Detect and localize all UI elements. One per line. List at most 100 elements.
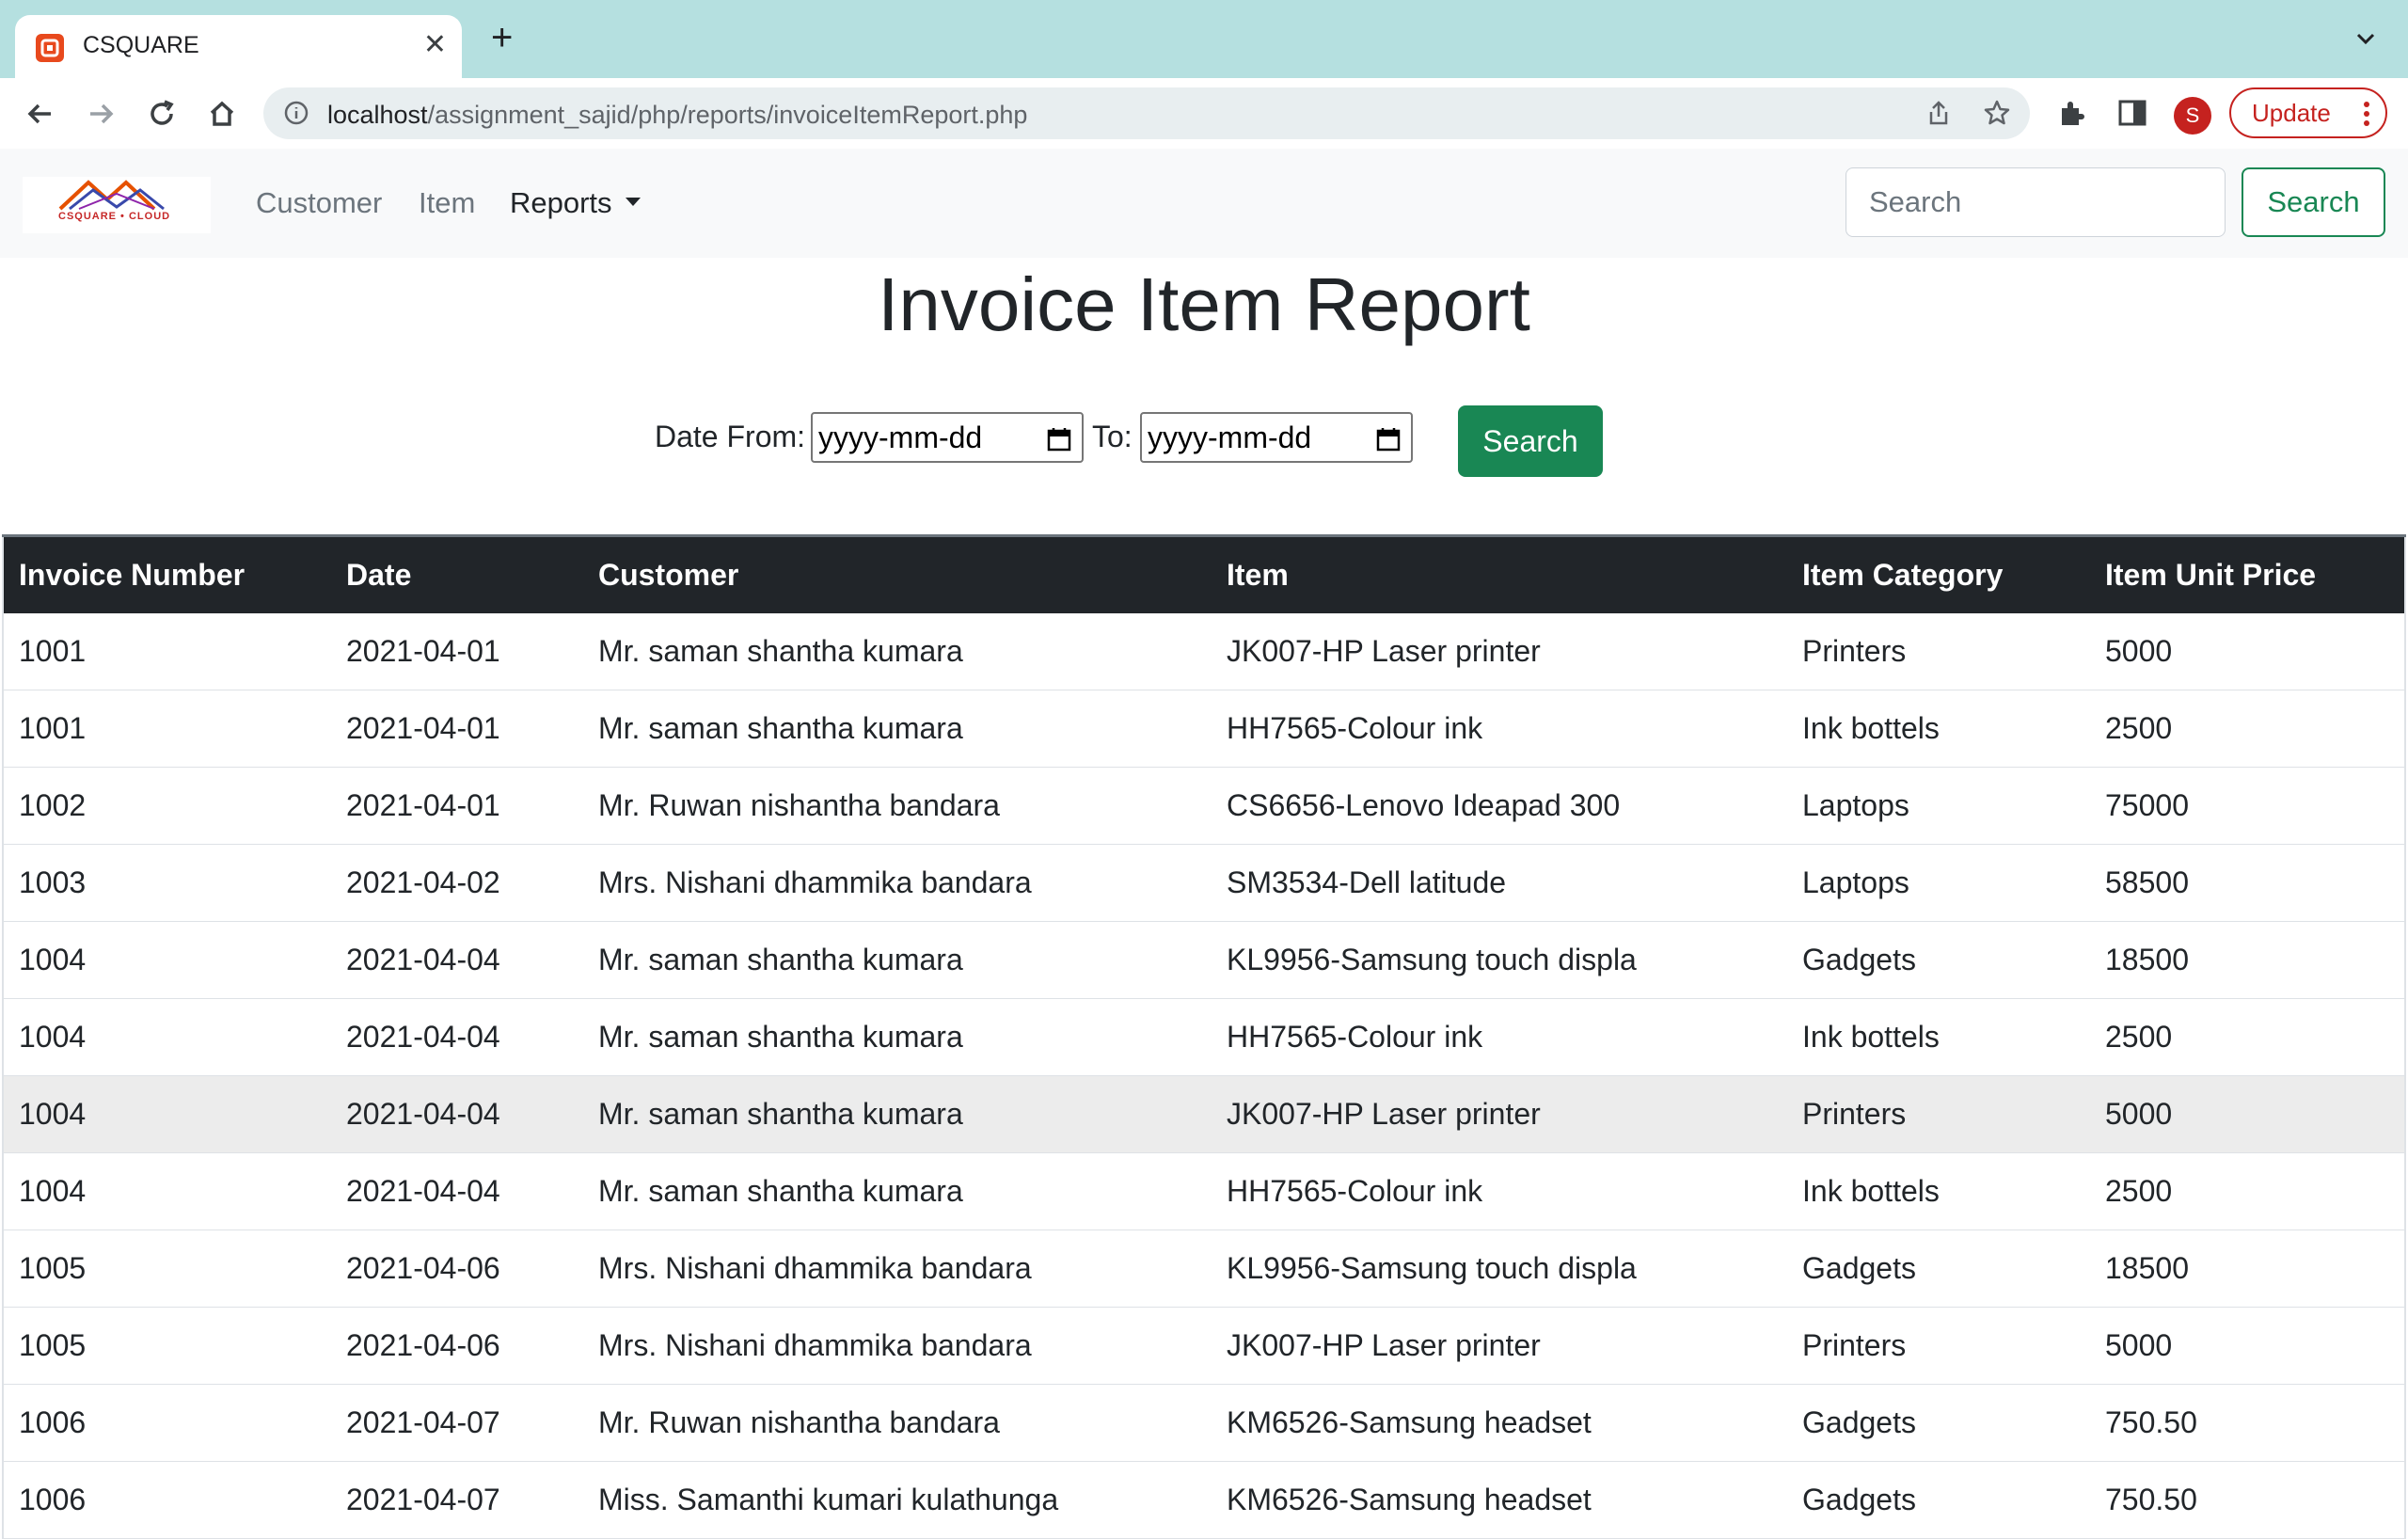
table-row[interactable]: 1006 2021-04-07 Mr. Ruwan nishantha bandar… (3, 1384, 2405, 1462)
cell-item: CS6656-Lenovo Ideapad 300 (1212, 767, 1787, 845)
cell-customer: Mr. saman shantha kumara (583, 1075, 1212, 1153)
cell-customer: Mr. saman shantha kumara (583, 612, 1212, 690)
cell-item: HH7565-Colour ink (1212, 998, 1787, 1076)
cell-item-category: Printers (1787, 1307, 2090, 1385)
nav-reports-label: Reports (510, 186, 612, 219)
cell-customer: Mr. Ruwan nishantha bandara (583, 1384, 1212, 1462)
nav-dropdown-reports[interactable]: Reports (510, 186, 641, 220)
cell-date: 2021-04-02 (331, 844, 583, 922)
side-panel-icon[interactable] (2116, 97, 2148, 134)
tab-title: CSQUARE (83, 32, 199, 58)
update-button[interactable]: Update (2229, 87, 2387, 138)
cell-invoice-number: 1004 (3, 921, 331, 999)
share-icon[interactable] (1925, 99, 1953, 132)
cell-customer: Mr. saman shantha kumara (583, 1152, 1212, 1230)
cell-item: HH7565-Colour ink (1212, 690, 1787, 768)
more-menu-icon[interactable] (2363, 101, 2370, 134)
table-row[interactable]: 1004 2021-04-04 Mr. saman shantha kumara HH… (3, 998, 2405, 1076)
url-text: localhost/assignment_sajid/php/reports/i… (327, 101, 1027, 130)
cell-item-category: Laptops (1787, 844, 2090, 922)
cell-invoice-number: 1005 (3, 1307, 331, 1385)
cell-date: 2021-04-01 (331, 612, 583, 690)
forward-arrow-icon[interactable] (83, 95, 120, 133)
cell-customer: Mr. Ruwan nishantha bandara (583, 767, 1212, 845)
table-row[interactable]: 1005 2021-04-06 Mrs. Nishani dhammika band… (3, 1307, 2405, 1385)
update-label: Update (2252, 98, 2331, 127)
cell-item: KM6526-Samsung headset (1212, 1384, 1787, 1462)
table-row[interactable]: 1006 2021-04-07 Miss. Samanthi kumari kula… (3, 1461, 2405, 1539)
cell-item-unit-price: 18500 (2090, 1230, 2405, 1308)
table-row[interactable]: 1001 2021-04-01 Mr. saman shantha kumara JK… (3, 612, 2405, 690)
cell-item: JK007-HP Laser printer (1212, 612, 1787, 690)
date-from-label: Date From: (655, 420, 806, 453)
cell-item-category: Printers (1787, 612, 2090, 690)
csquare-logo[interactable]: CSQUARE • CLOUD (23, 177, 211, 233)
cell-item-unit-price: 5000 (2090, 1307, 2405, 1385)
cell-item-category: Ink bottels (1787, 690, 2090, 768)
browser-tab[interactable]: CSQUARE ✕ (15, 15, 462, 78)
table-row[interactable]: 1004 2021-04-04 Mr. saman shantha kumara HH… (3, 1152, 2405, 1230)
cell-customer: Mrs. Nishani dhammika bandara (583, 844, 1212, 922)
column-header-invoice-number: Invoice Number (3, 534, 331, 613)
nav-link-customer[interactable]: Customer (256, 186, 382, 220)
extensions-puzzle-icon[interactable] (2056, 97, 2088, 134)
invoice-item-table: Invoice Number Date Customer Item Item C… (2, 534, 2406, 1539)
report-search-button[interactable]: Search (1458, 405, 1603, 477)
bookmark-star-icon[interactable] (1983, 99, 2011, 132)
cell-item-category: Gadgets (1787, 1384, 2090, 1462)
cell-date: 2021-04-01 (331, 690, 583, 768)
cell-item: JK007-HP Laser printer (1212, 1307, 1787, 1385)
close-tab-icon[interactable]: ✕ (423, 28, 447, 61)
date-to-input[interactable]: yyyy-mm-dd (1140, 412, 1413, 463)
reload-icon[interactable] (143, 95, 181, 133)
cell-item: SM3534-Dell latitude (1212, 844, 1787, 922)
site-info-icon[interactable] (284, 101, 309, 125)
cell-date: 2021-04-04 (331, 1075, 583, 1153)
cell-customer: Mrs. Nishani dhammika bandara (583, 1307, 1212, 1385)
cell-item-unit-price: 750.50 (2090, 1461, 2405, 1539)
navbar-search-button[interactable]: Search (2242, 167, 2385, 237)
table-row[interactable]: 1004 2021-04-04 Mr. saman shantha kumara KL… (3, 921, 2405, 999)
cell-item: KL9956-Samsung touch displa (1212, 921, 1787, 999)
cell-date: 2021-04-04 (331, 998, 583, 1076)
home-icon[interactable] (203, 95, 241, 133)
cell-invoice-number: 1006 (3, 1461, 331, 1539)
table-row[interactable]: 1005 2021-04-06 Mrs. Nishani dhammika band… (3, 1230, 2405, 1308)
date-to-value: yyyy-mm-dd (1148, 420, 1312, 454)
cell-date: 2021-04-07 (331, 1384, 583, 1462)
date-from-input[interactable]: yyyy-mm-dd (811, 412, 1084, 463)
cell-date: 2021-04-06 (331, 1230, 583, 1308)
table-row[interactable]: 1002 2021-04-01 Mr. Ruwan nishantha bandar… (3, 767, 2405, 845)
column-header-item: Item (1212, 534, 1787, 613)
back-arrow-icon[interactable] (21, 95, 58, 133)
cell-item-category: Printers (1787, 1075, 2090, 1153)
cell-item-category: Gadgets (1787, 1230, 2090, 1308)
caret-down-icon (625, 198, 641, 207)
cell-invoice-number: 1004 (3, 998, 331, 1076)
url-host: localhost (327, 101, 428, 129)
table-row[interactable]: 1004 2021-04-04 Mr. saman shantha kumara JK… (3, 1075, 2405, 1153)
table-row[interactable]: 1003 2021-04-02 Mrs. Nishani dhammika band… (3, 844, 2405, 922)
cell-invoice-number: 1002 (3, 767, 331, 845)
new-tab-icon[interactable]: + (491, 19, 513, 56)
table-row[interactable]: 1001 2021-04-01 Mr. saman shantha kumara HH… (3, 690, 2405, 768)
navbar-search-input[interactable] (1846, 167, 2226, 237)
cell-invoice-number: 1003 (3, 844, 331, 922)
browser-toolbar: localhost/assignment_sajid/php/reports/i… (0, 78, 2408, 150)
cell-invoice-number: 1006 (3, 1384, 331, 1462)
chevron-down-icon[interactable] (2352, 24, 2380, 53)
cell-item-unit-price: 5000 (2090, 1075, 2405, 1153)
calendar-icon[interactable] (1375, 425, 1402, 460)
profile-avatar[interactable]: S (2174, 97, 2211, 135)
cell-invoice-number: 1005 (3, 1230, 331, 1308)
browser-tab-strip: CSQUARE ✕ + (0, 0, 2408, 78)
cell-customer: Mr. saman shantha kumara (583, 690, 1212, 768)
cell-item-category: Gadgets (1787, 1461, 2090, 1539)
calendar-icon[interactable] (1046, 425, 1072, 460)
csquare-favicon-icon (36, 34, 64, 62)
table-body: 1001 2021-04-01 Mr. saman shantha kumara JK… (3, 612, 2405, 1539)
cell-invoice-number: 1001 (3, 612, 331, 690)
nav-link-item[interactable]: Item (419, 186, 475, 220)
address-bar[interactable]: localhost/assignment_sajid/php/reports/i… (263, 87, 2030, 139)
cell-date: 2021-04-04 (331, 921, 583, 999)
